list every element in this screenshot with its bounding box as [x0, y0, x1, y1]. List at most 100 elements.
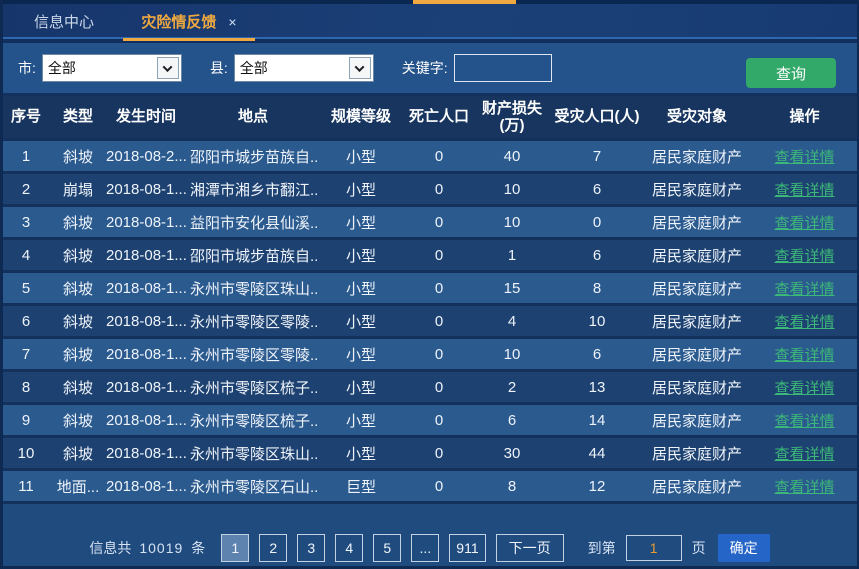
column-header: 序号	[0, 96, 52, 138]
cell-type: 斜坡	[52, 306, 104, 336]
table-row: 6 斜坡 2018-08-1... 永州市零陵区零陵... 小型 0 4 10 …	[0, 306, 859, 336]
data-table-section: 序号 类型 发生时间 地点 规模等级 死亡人口 财产损失(万) 受灾人口(人) …	[0, 93, 859, 504]
cell-loss: 10	[474, 339, 550, 369]
cell-affected: 44	[550, 438, 644, 468]
cell-object: 居民家庭财产	[644, 372, 750, 402]
cell-deaths: 0	[404, 240, 474, 270]
cell-object: 居民家庭财产	[644, 207, 750, 237]
view-details-link[interactable]: 查看详情	[774, 215, 834, 232]
cell-affected: 12	[550, 471, 644, 501]
table-row: 9 斜坡 2018-08-1... 永州市零陵区梳子... 小型 0 6 14 …	[0, 405, 859, 435]
cell-scale: 小型	[318, 207, 404, 237]
cell-place: 永州市零陵区零陵...	[188, 306, 318, 336]
cell-affected: 8	[550, 273, 644, 303]
cell-loss: 30	[474, 438, 550, 468]
goto-prefix-label: 到第	[588, 538, 616, 558]
cell-deaths: 0	[404, 141, 474, 171]
table-row: 7 斜坡 2018-08-1... 永州市零陵区零陵... 小型 0 10 6 …	[0, 339, 859, 369]
active-tab-underline	[123, 38, 255, 41]
table-header: 序号 类型 发生时间 地点 规模等级 死亡人口 财产损失(万) 受灾人口(人) …	[0, 96, 859, 138]
page-button[interactable]: 5	[373, 534, 401, 562]
cell-place: 邵阳市城步苗族自...	[188, 240, 318, 270]
disaster-table: 序号 类型 发生时间 地点 规模等级 死亡人口 财产损失(万) 受灾人口(人) …	[0, 93, 859, 504]
page-buttons: 1 2 3 4 5 ... 911	[221, 534, 495, 562]
cell-place: 永州市零陵区石山...	[188, 471, 318, 501]
cell-place: 永州市零陵区珠山...	[188, 438, 318, 468]
cell-time: 2018-08-2...	[104, 141, 188, 171]
cell-affected: 13	[550, 372, 644, 402]
close-tab-icon[interactable]: ×	[228, 14, 236, 30]
page-button[interactable]: 1	[221, 534, 249, 562]
cell-affected: 7	[550, 141, 644, 171]
county-select[interactable]: 全部	[234, 54, 374, 82]
cell-loss: 2	[474, 372, 550, 402]
tab-disaster-feedback[interactable]: 灾险情反馈 ×	[123, 4, 255, 39]
cell-no: 4	[0, 240, 52, 270]
cell-deaths: 0	[404, 372, 474, 402]
page-button[interactable]: ...	[411, 534, 439, 562]
cell-object: 居民家庭财产	[644, 141, 750, 171]
cell-no: 9	[0, 405, 52, 435]
cell-affected: 6	[550, 339, 644, 369]
cell-object: 居民家庭财产	[644, 306, 750, 336]
view-details-link[interactable]: 查看详情	[774, 347, 834, 364]
column-header: 发生时间	[104, 96, 188, 138]
confirm-button[interactable]: 确定	[718, 534, 770, 562]
cell-no: 5	[0, 273, 52, 303]
search-button[interactable]: 查询	[746, 58, 836, 88]
cell-type: 斜坡	[52, 141, 104, 171]
page-button[interactable]: 4	[335, 534, 363, 562]
left-edge-border	[0, 0, 3, 569]
app-window: 信息中心 灾险情反馈 × 市: 全部 县: 全部 关键字: 查询	[0, 0, 859, 569]
view-details-link[interactable]: 查看详情	[774, 380, 834, 397]
cell-scale: 巨型	[318, 471, 404, 501]
cell-affected: 0	[550, 207, 644, 237]
city-select[interactable]: 全部	[42, 54, 182, 82]
cell-time: 2018-08-1...	[104, 372, 188, 402]
view-details-link[interactable]: 查看详情	[774, 149, 834, 166]
cell-no: 11	[0, 471, 52, 501]
chevron-down-icon	[349, 57, 371, 79]
cell-no: 8	[0, 372, 52, 402]
cell-type: 斜坡	[52, 405, 104, 435]
cell-scale: 小型	[318, 438, 404, 468]
view-details-link[interactable]: 查看详情	[774, 314, 834, 331]
view-details-link[interactable]: 查看详情	[774, 281, 834, 298]
cell-loss: 10	[474, 174, 550, 204]
cell-no: 3	[0, 207, 52, 237]
cell-type: 地面...	[52, 471, 104, 501]
table-row: 2 崩塌 2018-08-1... 湘潭市湘乡市翻江... 小型 0 10 6 …	[0, 174, 859, 204]
total-prefix-label: 信息共	[89, 538, 131, 558]
cell-type: 斜坡	[52, 339, 104, 369]
view-details-link[interactable]: 查看详情	[774, 413, 834, 430]
tab-info-center[interactable]: 信息中心	[24, 4, 104, 39]
keyword-input[interactable]	[454, 54, 552, 82]
view-details-link[interactable]: 查看详情	[774, 248, 834, 265]
cell-place: 湘潭市湘乡市翻江...	[188, 174, 318, 204]
cell-place: 永州市零陵区梳子...	[188, 372, 318, 402]
cell-scale: 小型	[318, 372, 404, 402]
cell-scale: 小型	[318, 273, 404, 303]
page-button[interactable]: 3	[297, 534, 325, 562]
view-details-link[interactable]: 查看详情	[774, 182, 834, 199]
cell-deaths: 0	[404, 438, 474, 468]
view-details-link[interactable]: 查看详情	[774, 479, 834, 496]
cell-object: 居民家庭财产	[644, 471, 750, 501]
total-suffix-label: 条	[191, 538, 205, 558]
page-button[interactable]: 911	[449, 534, 485, 562]
next-page-button[interactable]: 下一页	[496, 534, 564, 562]
county-label: 县:	[210, 58, 228, 78]
cell-loss: 15	[474, 273, 550, 303]
cell-type: 斜坡	[52, 207, 104, 237]
cell-deaths: 0	[404, 339, 474, 369]
tab-bar: 信息中心 灾险情反馈 ×	[0, 4, 859, 39]
column-header: 财产损失(万)	[474, 96, 550, 138]
filter-bar: 市: 全部 县: 全部 关键字: 查询	[0, 43, 859, 93]
page-button[interactable]: 2	[259, 534, 287, 562]
cell-action: 查看详情	[750, 207, 859, 237]
view-details-link[interactable]: 查看详情	[774, 446, 834, 463]
cell-action: 查看详情	[750, 339, 859, 369]
cell-action: 查看详情	[750, 141, 859, 171]
goto-page-input[interactable]	[626, 535, 682, 561]
cell-object: 居民家庭财产	[644, 174, 750, 204]
